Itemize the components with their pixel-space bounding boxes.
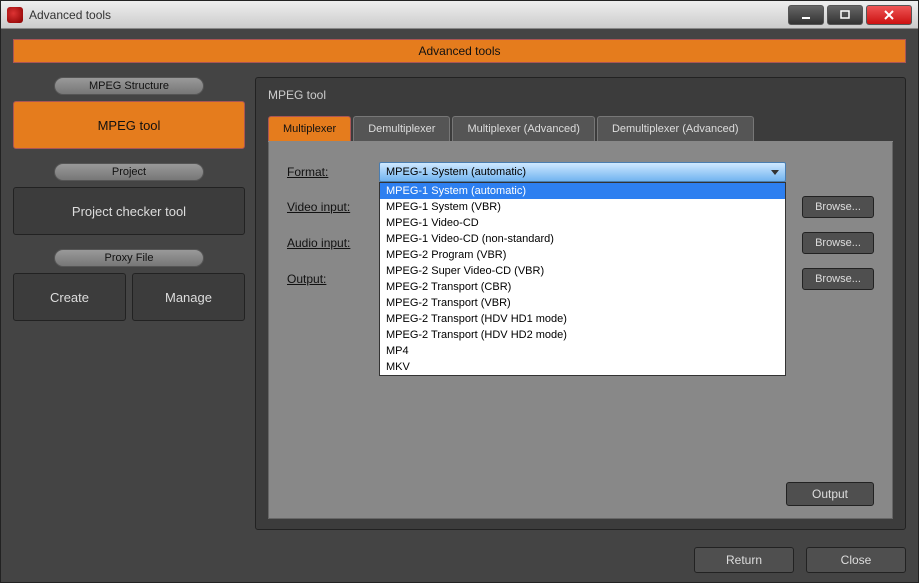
tabs: Multiplexer Demultiplexer Multiplexer (A… xyxy=(268,116,893,142)
format-option[interactable]: MPEG-2 Super Video-CD (VBR) xyxy=(380,263,785,279)
sidebar-pill-project: Project xyxy=(54,163,204,181)
tab-multiplexer[interactable]: Multiplexer xyxy=(268,116,351,141)
manage-button[interactable]: Manage xyxy=(132,273,245,321)
maximize-button[interactable] xyxy=(827,5,863,25)
panel-title: MPEG tool xyxy=(268,88,893,102)
format-label: Format: xyxy=(287,165,379,179)
sidebar-group-proxy-file: Proxy File Create Manage xyxy=(13,249,245,321)
format-option[interactable]: MP4 xyxy=(380,343,785,359)
titlebar: Advanced tools xyxy=(1,1,918,29)
sidebar: MPEG Structure MPEG tool Project Project… xyxy=(13,77,245,530)
format-option[interactable]: MPEG-2 Transport (HDV HD1 mode) xyxy=(380,311,785,327)
tab-multiplexer-advanced[interactable]: Multiplexer (Advanced) xyxy=(452,116,595,141)
format-option[interactable]: MPEG-1 System (VBR) xyxy=(380,199,785,215)
format-option[interactable]: MPEG-2 Program (VBR) xyxy=(380,247,785,263)
body-row: MPEG Structure MPEG tool Project Project… xyxy=(13,77,906,530)
project-checker-tool-button[interactable]: Project checker tool xyxy=(13,187,245,235)
format-dropdown-list[interactable]: MPEG-1 System (automatic)MPEG-1 System (… xyxy=(379,182,786,376)
return-button[interactable]: Return xyxy=(694,547,794,573)
video-input-label: Video input: xyxy=(287,200,379,214)
app-icon xyxy=(7,7,23,23)
audio-input-label: Audio input: xyxy=(287,236,379,250)
format-row: Format: MPEG-1 System (automatic) xyxy=(287,162,874,182)
footer: Return Close xyxy=(1,538,918,582)
format-option[interactable]: MPEG-2 Transport (VBR) xyxy=(380,295,785,311)
mpeg-tool-button[interactable]: MPEG tool xyxy=(13,101,245,149)
app-window: Advanced tools Advanced tools MPEG Struc… xyxy=(0,0,919,583)
close-button[interactable]: Close xyxy=(806,547,906,573)
output-label: Output: xyxy=(287,272,379,286)
outer-frame: Advanced tools MPEG Structure MPEG tool … xyxy=(1,29,918,538)
format-option[interactable]: MPEG-1 Video-CD xyxy=(380,215,785,231)
create-button[interactable]: Create xyxy=(13,273,126,321)
format-option[interactable]: MKV xyxy=(380,359,785,375)
format-option[interactable]: MPEG-1 Video-CD (non-standard) xyxy=(380,231,785,247)
format-option[interactable]: MPEG-2 Transport (HDV HD2 mode) xyxy=(380,327,785,343)
output-button[interactable]: Output xyxy=(786,482,874,506)
tab-demultiplexer[interactable]: Demultiplexer xyxy=(353,116,450,141)
sidebar-pill-proxy-file: Proxy File xyxy=(54,249,204,267)
sidebar-pill-mpeg-structure: MPEG Structure xyxy=(54,77,204,95)
banner-title: Advanced tools xyxy=(13,39,906,63)
format-select[interactable]: MPEG-1 System (automatic) xyxy=(379,162,786,182)
format-option[interactable]: MPEG-1 System (automatic) xyxy=(380,183,785,199)
format-select-value: MPEG-1 System (automatic) xyxy=(386,166,526,178)
browse-video-button[interactable]: Browse... xyxy=(802,196,874,218)
tabpanel-multiplexer: Format: MPEG-1 System (automatic) Video … xyxy=(268,142,893,519)
browse-audio-button[interactable]: Browse... xyxy=(802,232,874,254)
window-title: Advanced tools xyxy=(29,8,788,22)
tab-demultiplexer-advanced[interactable]: Demultiplexer (Advanced) xyxy=(597,116,754,141)
window-controls xyxy=(788,5,912,25)
minimize-button[interactable] xyxy=(788,5,824,25)
close-window-button[interactable] xyxy=(866,5,912,25)
browse-output-button[interactable]: Browse... xyxy=(802,268,874,290)
sidebar-group-project: Project Project checker tool xyxy=(13,163,245,235)
main-panel: MPEG tool Multiplexer Demultiplexer Mult… xyxy=(255,77,906,530)
format-option[interactable]: MPEG-2 Transport (CBR) xyxy=(380,279,785,295)
sidebar-group-mpeg-structure: MPEG Structure MPEG tool xyxy=(13,77,245,149)
